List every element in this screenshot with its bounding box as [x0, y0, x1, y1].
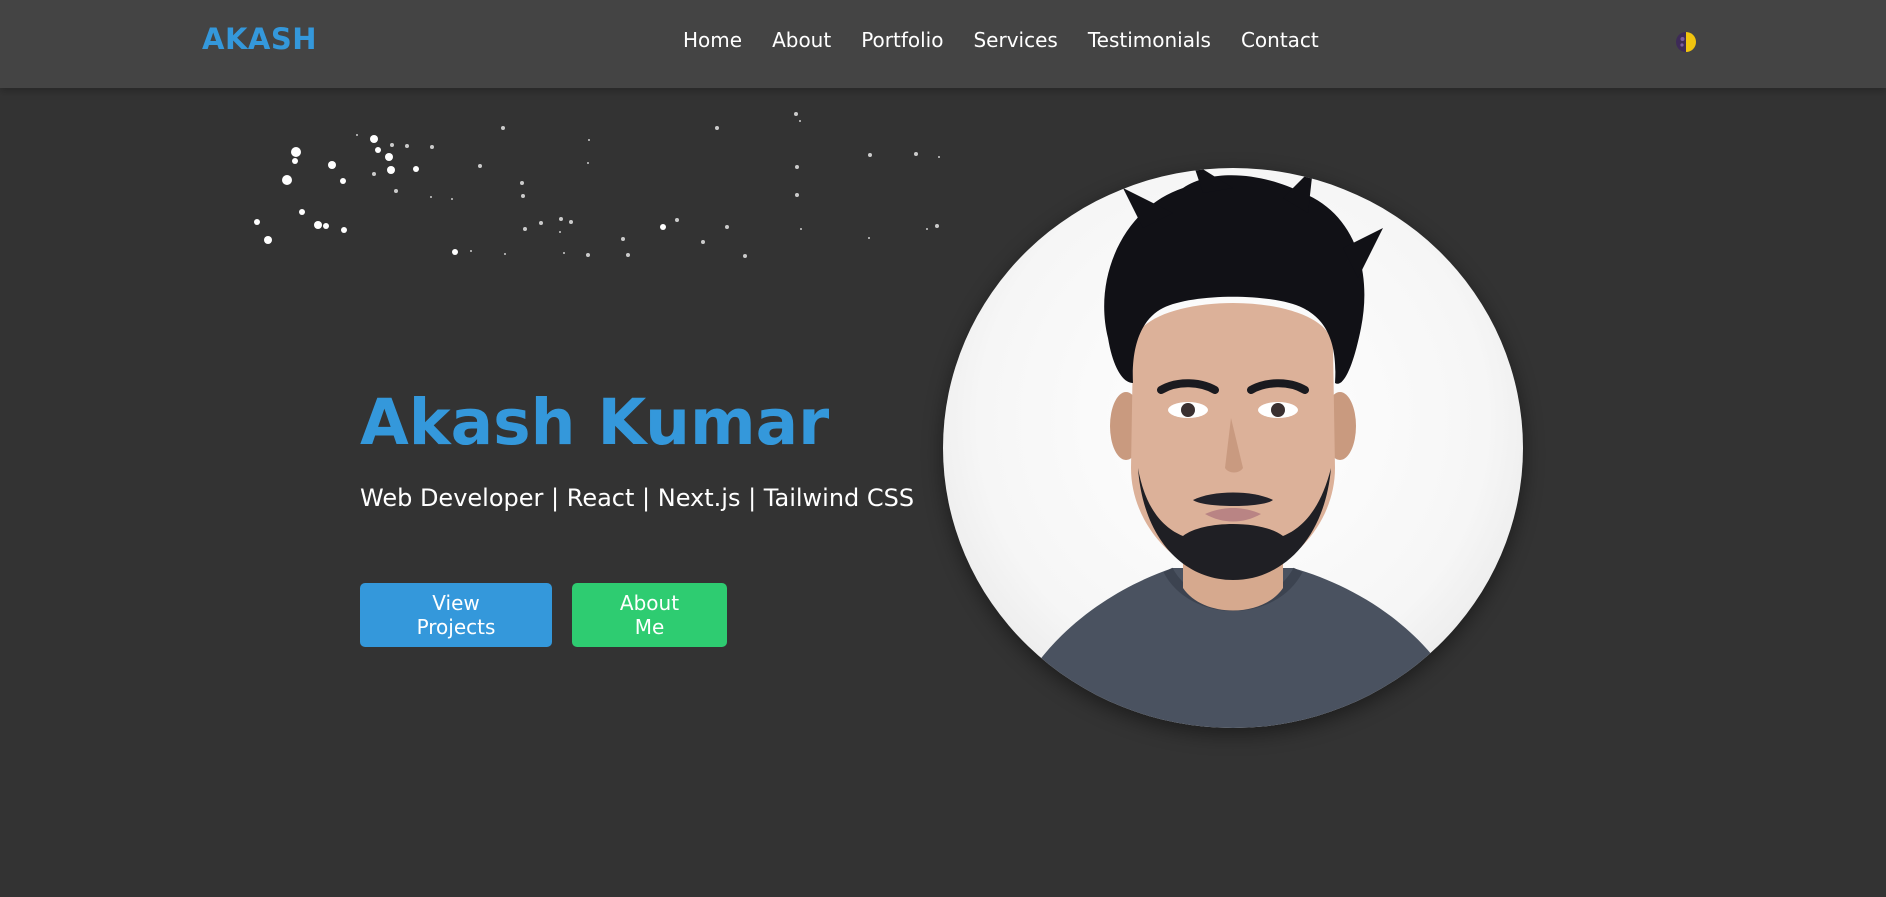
- star-particle: [914, 152, 918, 156]
- star-particle: [390, 143, 394, 147]
- star-particle: [725, 225, 729, 229]
- profile-photo: [943, 168, 1523, 728]
- star-particle: [341, 227, 347, 233]
- brand-logo[interactable]: AKASH: [202, 22, 317, 56]
- star-particle: [413, 166, 419, 172]
- star-particles: [230, 110, 1010, 270]
- star-particle: [675, 218, 679, 222]
- nav-link-contact[interactable]: Contact: [1241, 28, 1319, 52]
- star-particle: [563, 252, 565, 254]
- hero-tagline: Web Developer | React | Next.js | Tailwi…: [360, 484, 915, 512]
- star-particle: [621, 237, 625, 241]
- star-particle: [743, 254, 747, 258]
- nav-links: Home About Portfolio Services Testimonia…: [683, 28, 1319, 52]
- nav-item-about: About: [772, 28, 831, 52]
- star-particle: [521, 194, 525, 198]
- star-particle: [299, 209, 305, 215]
- star-particle: [452, 249, 458, 255]
- star-particle: [935, 224, 939, 228]
- star-particle: [795, 193, 799, 197]
- nav-link-home[interactable]: Home: [683, 28, 742, 52]
- hero-intro: Akash Kumar Web Developer | React | Next…: [360, 386, 920, 513]
- half-moon-icon: [1676, 32, 1696, 52]
- star-particle: [520, 181, 524, 185]
- nav-link-services[interactable]: Services: [973, 28, 1057, 52]
- star-particle: [394, 189, 398, 193]
- star-particle: [291, 147, 301, 157]
- star-particle: [370, 135, 378, 143]
- star-particle: [938, 156, 940, 158]
- nav-item-contact: Contact: [1241, 28, 1319, 52]
- star-particle: [794, 112, 798, 116]
- star-particle: [660, 224, 666, 230]
- star-particle: [314, 221, 322, 229]
- about-me-button[interactable]: About Me: [572, 583, 727, 647]
- star-particle: [799, 120, 801, 122]
- star-particle: [559, 231, 561, 233]
- star-particle: [372, 172, 376, 176]
- profile-photo-illustration: [1003, 168, 1473, 728]
- star-particle: [504, 253, 506, 255]
- star-particle: [539, 221, 543, 225]
- nav-item-portfolio: Portfolio: [861, 28, 943, 52]
- star-particle: [451, 198, 453, 200]
- star-particle: [264, 236, 272, 244]
- hero-name: Akash Kumar: [360, 386, 830, 459]
- star-particle: [795, 165, 799, 169]
- star-particle: [375, 147, 381, 153]
- star-particle: [470, 250, 472, 252]
- star-particle: [626, 253, 630, 257]
- theme-toggle-button[interactable]: [1674, 30, 1698, 54]
- star-particle: [715, 126, 719, 130]
- star-particle: [569, 220, 573, 224]
- star-particle: [586, 253, 590, 257]
- star-particle: [387, 166, 395, 174]
- star-particle: [868, 153, 872, 157]
- star-particle: [340, 178, 346, 184]
- star-particle: [800, 228, 802, 230]
- star-particle: [292, 158, 298, 164]
- nav-link-portfolio[interactable]: Portfolio: [861, 28, 943, 52]
- nav-item-testimonials: Testimonials: [1088, 28, 1211, 52]
- star-particle: [559, 217, 563, 221]
- star-particle: [868, 237, 870, 239]
- star-particle: [523, 227, 527, 231]
- nav-link-about[interactable]: About: [772, 28, 831, 52]
- navbar: AKASH Home About Portfolio Services Test…: [0, 0, 1886, 88]
- star-particle: [587, 162, 589, 164]
- star-particle: [430, 196, 432, 198]
- view-projects-button[interactable]: View Projects: [360, 583, 552, 647]
- star-particle: [501, 126, 505, 130]
- star-particle: [356, 134, 358, 136]
- star-particle: [430, 145, 434, 149]
- star-particle: [323, 223, 329, 229]
- star-particle: [926, 228, 928, 230]
- star-particle: [405, 144, 409, 148]
- star-particle: [588, 139, 590, 141]
- star-particle: [282, 175, 292, 185]
- star-particle: [328, 161, 336, 169]
- nav-item-services: Services: [973, 28, 1057, 52]
- hero-buttons: View Projects About Me: [360, 583, 727, 647]
- nav-item-home: Home: [683, 28, 742, 52]
- nav-link-testimonials[interactable]: Testimonials: [1088, 28, 1211, 52]
- star-particle: [478, 164, 482, 168]
- star-particle: [701, 240, 705, 244]
- star-particle: [254, 219, 260, 225]
- star-particle: [385, 153, 393, 161]
